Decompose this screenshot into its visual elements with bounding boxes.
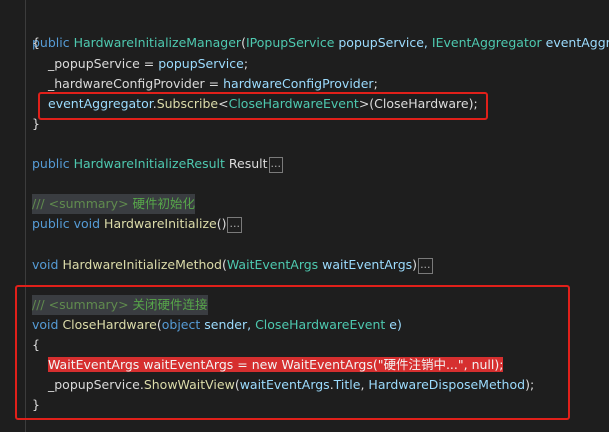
comment-text: 关闭硬件连接 <box>132 297 208 312</box>
collapsed-region[interactable]: ... <box>268 157 284 173</box>
code-line-result-property[interactable]: public HardwareInitializeResult Result..… <box>32 154 284 174</box>
param-type: IPopupService <box>245 35 335 50</box>
comment-slashes: /// <box>32 297 45 312</box>
method-group: HardwareDisposeMethod <box>368 377 526 392</box>
property-type: HardwareInitializeResult <box>73 156 225 171</box>
method-name: HardwareInitializeMethod <box>62 257 222 272</box>
method-name: HardwareInitialize <box>104 216 217 231</box>
param-type: WaitEventArgs <box>226 257 319 272</box>
selected-text[interactable]: WaitEventArgs waitEventArgs = new WaitEv… <box>48 357 504 372</box>
param-name: sender, <box>200 317 256 332</box>
keyword-void: void <box>73 216 101 231</box>
code-line-subscribe[interactable]: eventAggregator.Subscribe<CloseHardwareE… <box>48 94 478 114</box>
keyword-void: void <box>32 317 59 332</box>
code-line-close-brace[interactable]: } <box>32 114 40 134</box>
code-line-close-brace-2[interactable]: } <box>32 395 40 415</box>
code-line-hardware-initialize[interactable]: public void HardwareInitialize()... <box>32 214 242 234</box>
code-line-summary-init[interactable]: /// <summary> 硬件初始化 <box>32 194 196 214</box>
keyword-public: public <box>32 156 70 171</box>
comment-tag: <summary> <box>48 297 129 312</box>
code-line-close-hardware[interactable]: void CloseHardware(object sender, CloseH… <box>32 315 402 335</box>
property: Title <box>333 377 361 392</box>
operator: = <box>139 56 159 71</box>
param-name: popupService, <box>334 35 432 50</box>
variable: waitEventArgs <box>239 377 330 392</box>
keyword-object: object <box>161 317 201 332</box>
code-line-assign-config[interactable]: _hardwareConfigProvider = hardwareConfig… <box>48 74 378 94</box>
code-line-initialize-method[interactable]: void HardwareInitializeMethod(WaitEventA… <box>32 255 433 275</box>
comment-text: 硬件初始化 <box>132 196 196 211</box>
param-name: eventAggreg <box>545 35 609 50</box>
param-name: waitEventArgs <box>318 257 413 272</box>
field: _hardwareConfigProvider <box>48 76 205 91</box>
comment-slashes: /// <box>32 196 45 211</box>
code-line-new-wait-args[interactable]: WaitEventArgs waitEventArgs = new WaitEv… <box>48 355 504 375</box>
parens: () <box>216 216 227 231</box>
param: eventAggregator <box>48 96 153 111</box>
paren-close: ); <box>525 377 535 392</box>
brace: { <box>32 337 40 352</box>
method-subscribe: Subscribe <box>156 96 219 111</box>
field: _popupService <box>48 377 140 392</box>
code-line-show-wait-view[interactable]: _popupService.ShowWaitView(waitEventArgs… <box>48 375 534 395</box>
semicolon: ; <box>373 76 378 91</box>
param-name: e) <box>385 317 402 332</box>
collapsed-region[interactable]: ... <box>227 217 242 233</box>
keyword-public: public <box>32 216 70 231</box>
generic-open: < <box>218 96 229 111</box>
indent-guide <box>25 0 26 432</box>
code-line-constructor[interactable]: public HardwareInitializeManager(IPopupS… <box>32 13 609 50</box>
comment-tag: <summary> <box>48 196 129 211</box>
collapsed-region[interactable]: ... <box>418 258 433 274</box>
brace: } <box>32 116 40 131</box>
paren: ) <box>412 257 418 272</box>
method-name: ShowWaitView <box>143 377 235 392</box>
code-line-summary-close[interactable]: /// <summary> 关闭硬件连接 <box>32 295 208 315</box>
param-type: IEventAggregator <box>431 35 542 50</box>
param: hardwareConfigProvider <box>223 76 374 91</box>
keyword-void: void <box>32 257 59 272</box>
method-name: CloseHardware <box>62 317 157 332</box>
event-type: CloseHardwareEvent <box>228 96 359 111</box>
field: _popupService <box>48 56 140 71</box>
code-line-assign-popup[interactable]: _popupService = popupService; <box>48 54 248 74</box>
property-name: Result <box>228 156 268 171</box>
code-line-open-brace[interactable]: { <box>32 33 40 53</box>
operator: = <box>204 76 224 91</box>
brace: { <box>32 35 40 50</box>
call-args: >(CloseHardware); <box>358 96 478 111</box>
semicolon: ; <box>243 56 249 71</box>
constructor-name: HardwareInitializeManager <box>73 35 242 50</box>
brace: } <box>32 397 40 412</box>
code-line-open-brace-2[interactable]: { <box>32 335 40 355</box>
param: popupService <box>158 56 244 71</box>
param-type: CloseHardwareEvent <box>255 317 386 332</box>
